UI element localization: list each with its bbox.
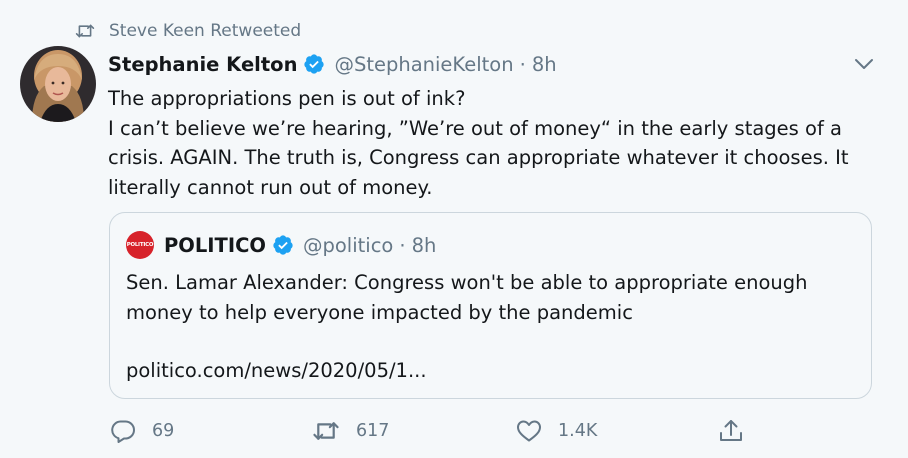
quoted-author-name: POLITICO [164,233,266,257]
tweet-text-line: I can’t believe we’re hearing, ”We’re ou… [108,116,849,199]
separator-dot: · [519,52,526,76]
reply-button[interactable]: 69 [110,416,174,446]
tweet[interactable]: Steve Keen Retweeted Stephanie Kelton @S… [0,0,908,458]
quoted-tweet-link: politico.com/news/2020/05/1... [126,359,427,382]
retweet-icon [313,422,339,440]
quoted-tweet-header: POLITICO POLITICO @politico · 8h [126,230,436,260]
verified-badge-icon [273,235,293,255]
share-button[interactable] [718,416,744,446]
like-button[interactable]: 1.4K [516,416,597,446]
quoted-tweet-text: Sen. Lamar Alexander: Congress won't be … [126,268,856,327]
quoted-tweet[interactable]: POLITICO POLITICO @politico · 8h Sen. La… [109,212,872,399]
author-handle[interactable]: @StephanieKelton [334,53,513,76]
separator-dot: · [399,233,406,257]
reply-count: 69 [152,421,175,441]
tweet-timestamp[interactable]: 8h [532,53,557,76]
retweet-count: 617 [356,421,390,441]
tweet-menu-button[interactable] [852,54,876,74]
author-name[interactable]: Stephanie Kelton [108,53,297,76]
tweet-text-line: The appropriations pen is out of ink? [108,87,466,110]
tweet-header: Stephanie Kelton @StephanieKelton · 8h [108,49,557,79]
reply-icon [111,420,135,443]
retweet-button[interactable]: 617 [312,416,389,446]
tweet-text: The appropriations pen is out of ink? I … [108,84,878,202]
retweet-icon [75,24,95,38]
quoted-author-handle: @politico [303,233,394,257]
verified-badge-icon [304,54,325,74]
chevron-down-icon [855,59,873,69]
share-icon [720,420,742,441]
politico-logo: POLITICO [126,231,154,259]
quoted-tweet-timestamp: 8h [411,233,437,257]
retweet-context-text[interactable]: Steve Keen Retweeted [109,21,301,41]
retweet-context: Steve Keen Retweeted [75,18,301,44]
avatar[interactable] [20,46,96,122]
heart-icon [517,420,541,442]
like-count: 1.4K [558,421,598,441]
quoted-tweet-text-body: Sen. Lamar Alexander: Congress won't be … [126,271,808,324]
tweet-actions: 69 617 1.4K [108,416,868,446]
